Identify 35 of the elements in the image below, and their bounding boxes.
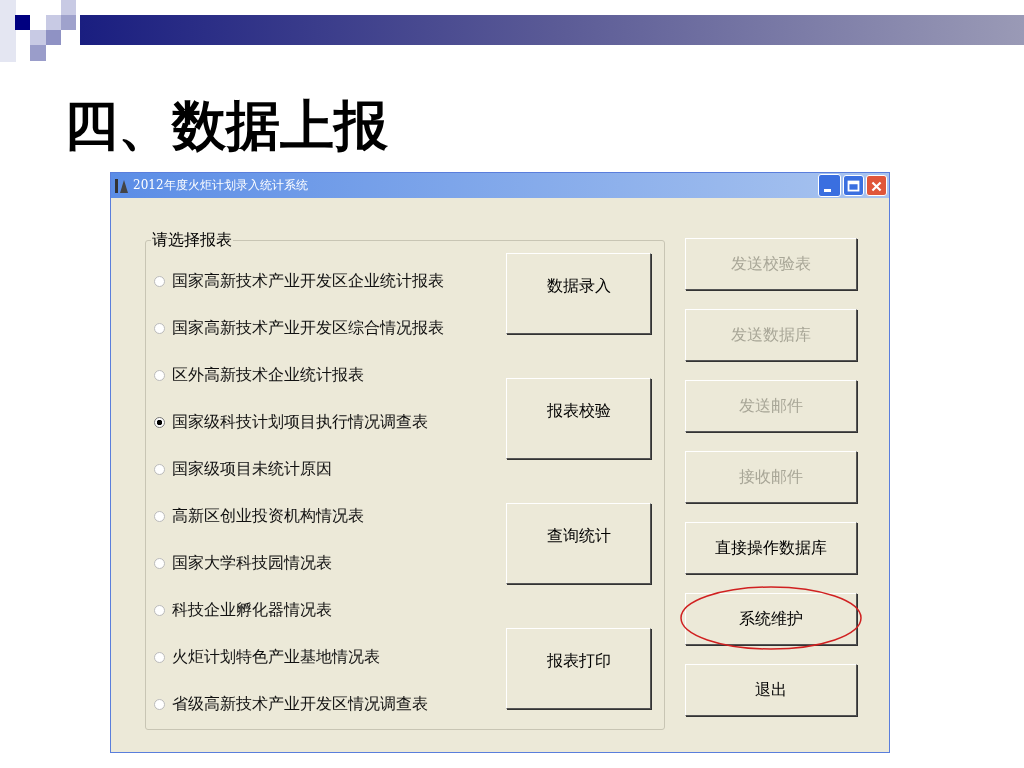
report-option[interactable]: 高新区创业投资机构情况表 [154, 493, 506, 540]
report-option[interactable]: 国家级项目未统计原因 [154, 446, 506, 493]
maximize-button[interactable] [843, 175, 864, 196]
action-button[interactable]: 查询统计 [506, 503, 651, 584]
action-button[interactable]: 数据录入 [506, 253, 651, 334]
window-title: 2012年度火炬计划录入统计系统 [133, 177, 308, 194]
close-button[interactable] [866, 175, 887, 196]
radio-button[interactable] [154, 464, 165, 475]
report-option[interactable]: 科技企业孵化器情况表 [154, 587, 506, 634]
minimize-button[interactable] [818, 174, 841, 197]
radio-button[interactable] [154, 652, 165, 663]
side-button[interactable]: 直接操作数据库 [685, 522, 857, 574]
action-button[interactable]: 报表打印 [506, 628, 651, 709]
radio-button[interactable] [154, 323, 165, 334]
slide-title: 四、数据上报 [64, 92, 389, 159]
app-icon [115, 177, 129, 194]
radio-button[interactable] [154, 699, 165, 710]
action-button[interactable]: 报表校验 [506, 378, 651, 459]
radio-button[interactable] [154, 370, 165, 381]
radio-button[interactable] [154, 511, 165, 522]
side-button[interactable]: 系统维护 [685, 593, 857, 645]
report-option[interactable]: 国家高新技术产业开发区企业统计报表 [154, 258, 506, 305]
report-option[interactable]: 国家级科技计划项目执行情况调查表 [154, 399, 506, 446]
radio-button[interactable] [154, 417, 165, 428]
report-option[interactable]: 省级高新技术产业开发区情况调查表 [154, 681, 506, 728]
radio-button[interactable] [154, 276, 165, 287]
report-option[interactable]: 火炬计划特色产业基地情况表 [154, 634, 506, 681]
report-option[interactable]: 国家高新技术产业开发区综合情况报表 [154, 305, 506, 352]
radio-button[interactable] [154, 558, 165, 569]
group-label: 请选择报表 [151, 230, 233, 251]
side-button[interactable]: 退出 [685, 664, 857, 716]
report-option[interactable]: 区外高新技术企业统计报表 [154, 352, 506, 399]
report-option[interactable]: 国家大学科技园情况表 [154, 540, 506, 587]
minimize-icon [824, 189, 831, 192]
radio-button[interactable] [154, 605, 165, 616]
